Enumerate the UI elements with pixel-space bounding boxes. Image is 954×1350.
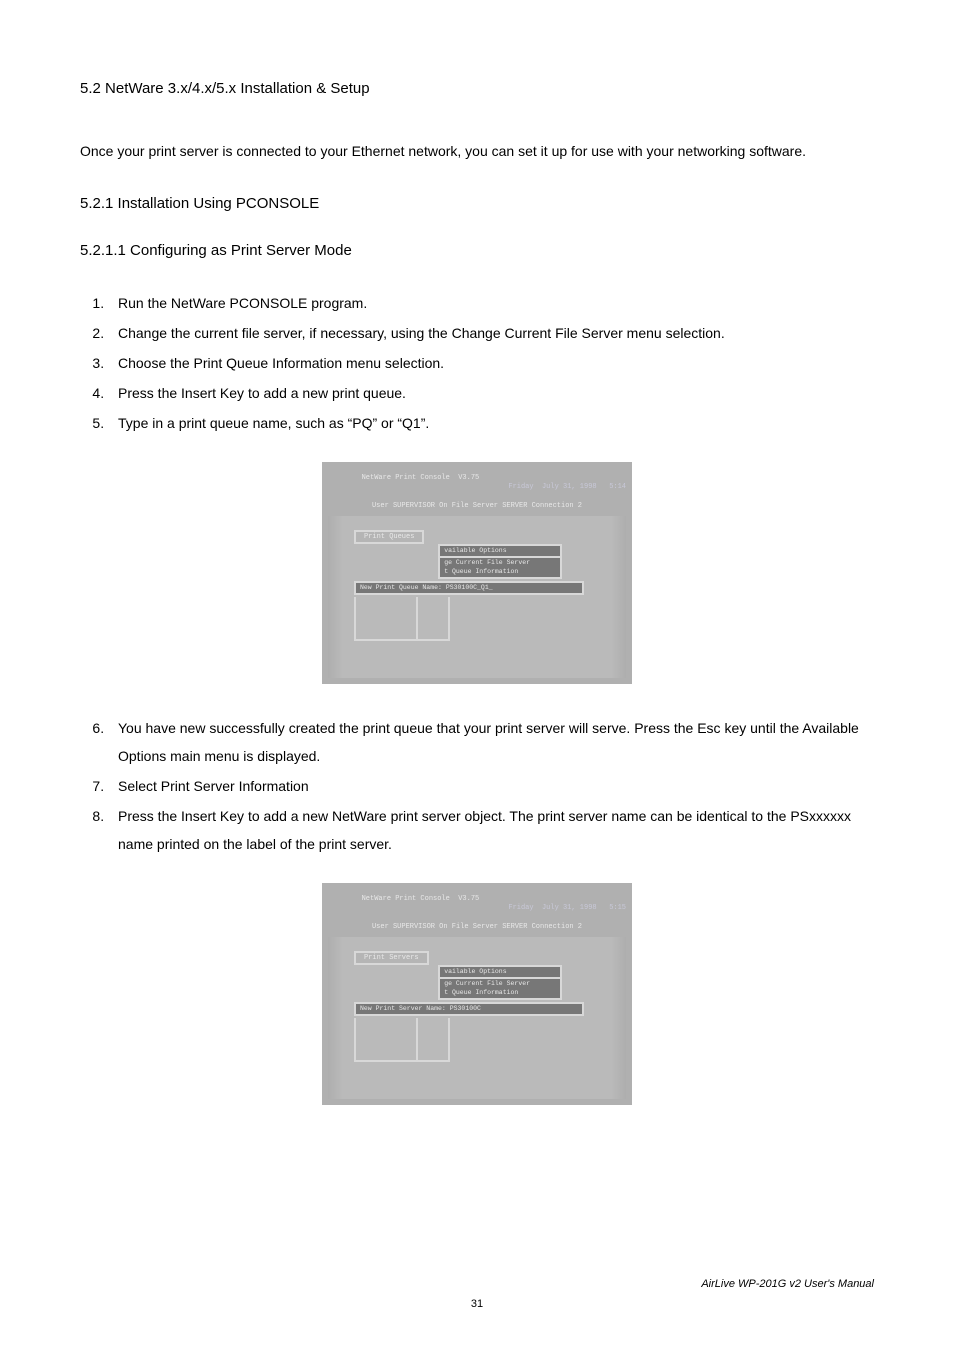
datetime: Friday July 31, 1998 5:15 (508, 904, 626, 912)
list-item: Press the Insert Key to add a new NetWar… (108, 802, 874, 858)
list-item: Change the current file server, if neces… (108, 319, 874, 347)
app-title: NetWare Print Console V3.75 (362, 474, 480, 482)
panel-column (354, 597, 418, 641)
panel-column (354, 1018, 418, 1062)
new-print-queue-name-input: New Print Queue Name: PS30100C_Q1_ (354, 581, 584, 595)
panel-title-print-queues: Print Queues (354, 530, 424, 544)
list-item: Press the Insert Key to add a new print … (108, 379, 874, 407)
connection-info: User SUPERVISOR On File Server SERVER Co… (328, 502, 626, 510)
footer-manual-title: AirLive WP-201G v2 User's Manual (701, 1278, 874, 1290)
connection-info: User SUPERVISOR On File Server SERVER Co… (328, 923, 626, 931)
subsection-heading-5-2-1: 5.2.1 Installation Using PCONSOLE (80, 195, 874, 212)
list-item: You have new successfully created the pr… (108, 714, 874, 770)
available-options-items: ge Current File Server t Queue Informati… (438, 979, 562, 1000)
datetime: Friday July 31, 1998 5:14 (508, 483, 626, 491)
list-item: Run the NetWare PCONSOLE program. (108, 289, 874, 317)
app-title: NetWare Print Console V3.75 (362, 895, 480, 903)
steps-list-b: You have new successfully created the pr… (80, 714, 874, 858)
panel-title-print-servers: Print Servers (354, 951, 429, 965)
pconsole-screenshot-servers: NetWare Print Console V3.75 Friday July … (322, 883, 632, 1105)
list-item: Choose the Print Queue Information menu … (108, 349, 874, 377)
available-options-header: vailable Options (438, 965, 562, 979)
pconsole-screenshot-queues: NetWare Print Console V3.75 Friday July … (322, 462, 632, 684)
panel-column (416, 597, 450, 641)
section-heading: 5.2 NetWare 3.x/4.x/5.x Installation & S… (80, 80, 874, 97)
list-item: Type in a print queue name, such as “PQ”… (108, 409, 874, 437)
available-options-items: ge Current File Server t Queue Informati… (438, 558, 562, 579)
available-options-header: vailable Options (438, 544, 562, 558)
intro-paragraph: Once your print server is connected to y… (80, 137, 874, 165)
subsection-heading-5-2-1-1: 5.2.1.1 Configuring as Print Server Mode (80, 242, 874, 259)
steps-list-a: Run the NetWare PCONSOLE program. Change… (80, 289, 874, 437)
panel-column (416, 1018, 450, 1062)
new-print-server-name-input: New Print Server Name: PS30100C (354, 1002, 584, 1016)
list-item: Select Print Server Information (108, 772, 874, 800)
page-number: 31 (0, 1298, 954, 1310)
